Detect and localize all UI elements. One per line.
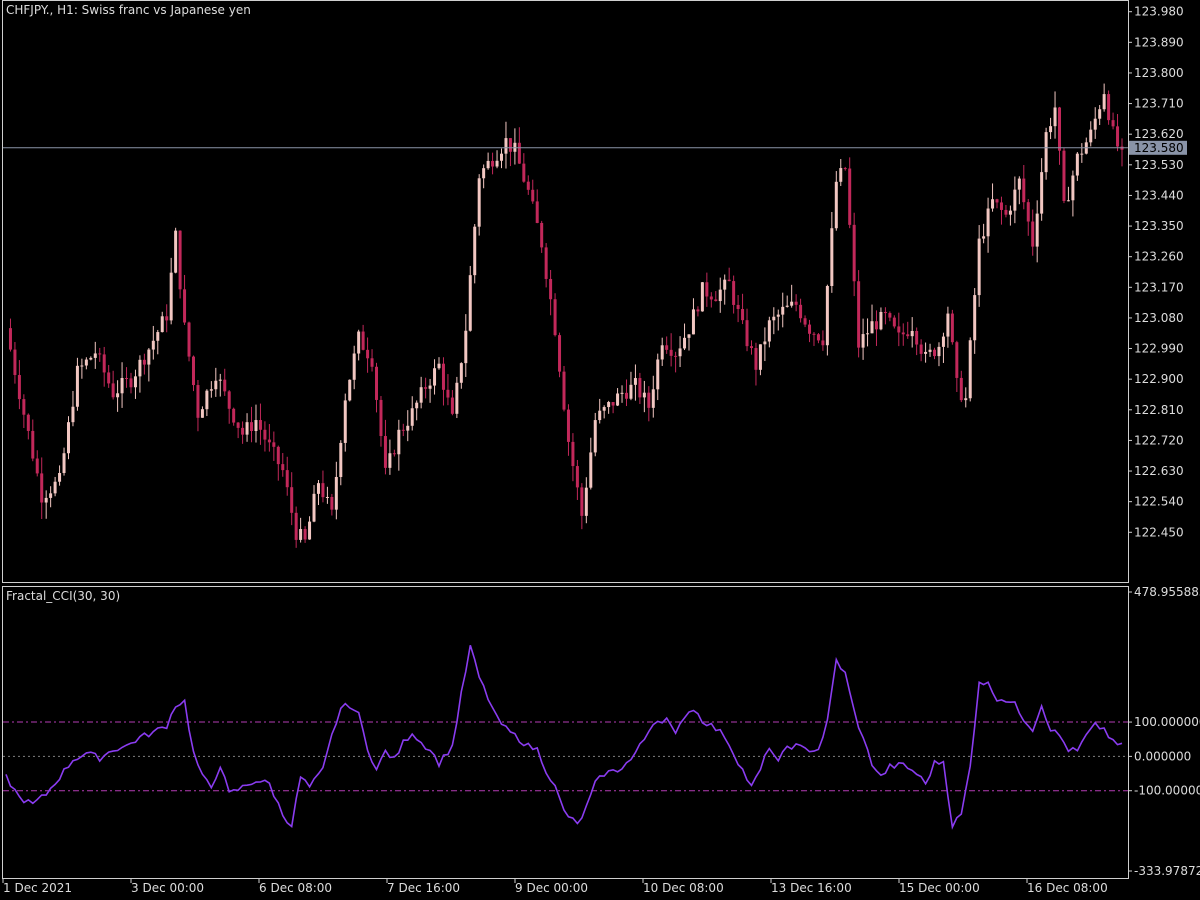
candle	[468, 265, 472, 332]
time-tick-label: 15 Dec 00:00	[899, 881, 980, 895]
candle	[562, 366, 566, 412]
candle	[348, 379, 352, 402]
price-tick-label: 122.720	[1134, 433, 1184, 447]
price-tick-label: 122.450	[1134, 525, 1184, 539]
cci-tick-label: -100.000000	[1134, 784, 1200, 798]
price-tick-label: 123.800	[1134, 66, 1184, 80]
candle	[553, 293, 557, 337]
candle	[178, 230, 182, 299]
price-tick-label: 123.620	[1134, 127, 1184, 141]
candle	[455, 376, 459, 419]
current-price-label: 123.580	[1134, 141, 1184, 155]
cci-tick-label: 100.000000	[1134, 715, 1200, 729]
time-tick-label: 3 Dec 00:00	[131, 881, 204, 895]
time-tick-label: 9 Dec 00:00	[515, 881, 588, 895]
price-tick-label: 122.630	[1134, 464, 1184, 478]
time-axis[interactable]: 1 Dec 2021 3 Dec 00:00 6 Dec 08:00 7 Dec 16…	[2, 879, 1108, 895]
candle	[66, 416, 70, 460]
candle	[473, 224, 477, 284]
time-tick-label: 1 Dec 2021	[3, 881, 72, 895]
price-tick-label: 123.260	[1134, 250, 1184, 264]
time-tick-label: 16 Dec 08:00	[1027, 881, 1108, 895]
time-tick-label: 13 Dec 16:00	[771, 881, 852, 895]
price-tick-label: 123.980	[1134, 5, 1184, 19]
indicator-title: Fractal_CCI(30, 30)	[6, 589, 121, 603]
candle	[174, 227, 178, 274]
price-tick-label: 123.080	[1134, 311, 1184, 325]
price-tick-label: 123.890	[1134, 35, 1184, 49]
cci-tick-label: 0.000000	[1134, 749, 1191, 763]
candle	[1044, 127, 1048, 180]
price-tick-label: 122.540	[1134, 495, 1184, 509]
price-tick-label: 123.350	[1134, 219, 1184, 233]
chart-canvas: 123.980123.890123.800123.710123.620123.5…	[0, 0, 1200, 900]
price-tick-label: 122.990	[1134, 342, 1184, 356]
time-tick-label: 6 Dec 08:00	[259, 881, 332, 895]
candle	[857, 270, 861, 358]
cci-tick-label: 478.955883	[1134, 585, 1200, 599]
candle	[950, 309, 954, 345]
price-tick-label: 123.710	[1134, 97, 1184, 111]
candle	[187, 321, 191, 362]
candle	[1107, 90, 1111, 125]
price-tick-label: 123.440	[1134, 188, 1184, 202]
candle	[700, 281, 704, 312]
chart-title: CHFJPY., H1: Swiss franc vs Japanese yen	[6, 3, 251, 17]
cci-tick-label: -333.978727	[1134, 864, 1200, 878]
time-tick-label: 10 Dec 08:00	[643, 881, 724, 895]
candle	[477, 174, 481, 236]
price-tick-label: 123.530	[1134, 158, 1184, 172]
candle	[968, 337, 972, 402]
candle	[343, 393, 347, 452]
candle	[558, 332, 562, 378]
candle	[825, 284, 829, 356]
price-tick-label: 123.170	[1134, 280, 1184, 294]
price-tick-label: 122.900	[1134, 372, 1184, 386]
candle	[1062, 147, 1066, 204]
time-tick-label: 7 Dec 16:00	[387, 881, 460, 895]
price-tick-label: 122.810	[1134, 403, 1184, 417]
